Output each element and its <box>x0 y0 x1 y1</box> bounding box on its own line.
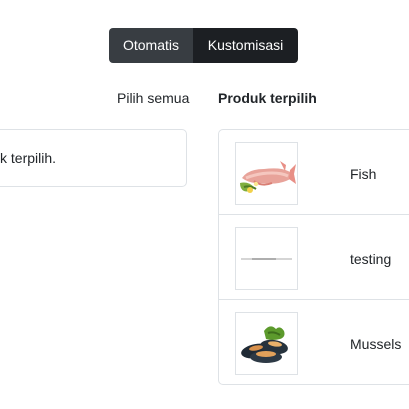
mode-otomatis-button[interactable]: Otomatis <box>109 28 193 63</box>
product-row-mussels[interactable]: Mussels <box>219 300 409 384</box>
testing-thumbnail <box>235 227 298 290</box>
select-all-link[interactable]: Pilih semua <box>117 90 189 106</box>
product-name: Fish <box>350 166 377 182</box>
selected-products-list: Fish testing Mussels <box>218 129 409 385</box>
product-row-fish[interactable]: Fish <box>219 130 409 215</box>
line-icon <box>241 258 292 260</box>
mussels-icon <box>241 326 288 363</box>
mode-toggle: Otomatis Kustomisasi <box>109 28 298 63</box>
mussels-thumbnail <box>235 312 298 375</box>
empty-state-text: k terpilih. <box>0 150 57 166</box>
product-row-testing[interactable]: testing <box>219 215 409 300</box>
product-name: Mussels <box>350 336 402 352</box>
fish-icon <box>240 161 296 193</box>
fish-thumbnail <box>235 142 298 205</box>
product-name: testing <box>350 251 392 267</box>
mode-kustomisasi-button[interactable]: Kustomisasi <box>193 28 298 63</box>
selected-products-title: Produk terpilih <box>218 90 317 106</box>
